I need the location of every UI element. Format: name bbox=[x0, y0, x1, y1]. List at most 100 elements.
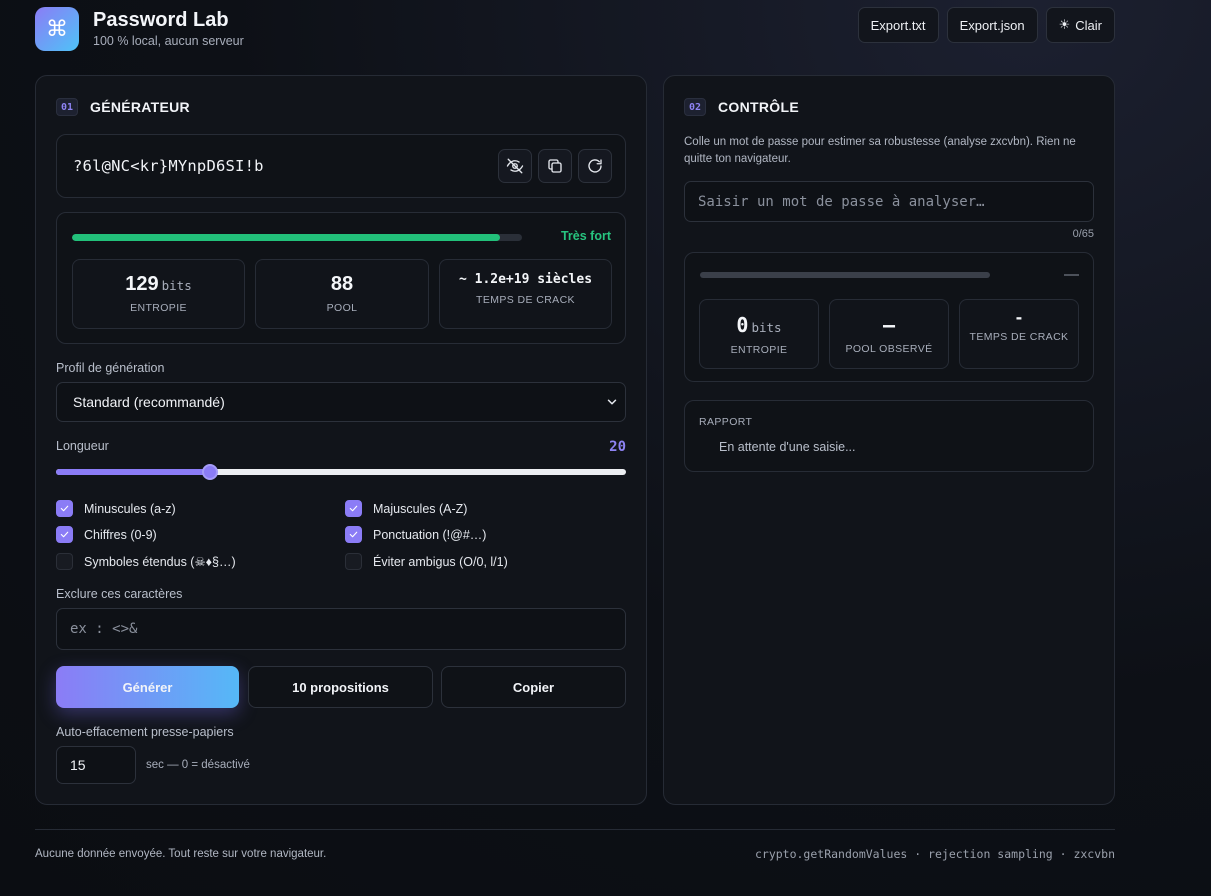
observed-crack-label: TEMPS DE CRACK bbox=[969, 331, 1069, 343]
length-value: 20 bbox=[609, 439, 626, 455]
checkbox[interactable] bbox=[345, 553, 362, 570]
eye-off-icon bbox=[506, 158, 524, 174]
entropy-stat: 129 bits ENTROPIE bbox=[72, 259, 245, 329]
control-title: CONTRÔLE bbox=[718, 99, 799, 115]
refresh-icon bbox=[588, 159, 602, 173]
generator-panel: 01 GÉNÉRATEUR ?6l@NC<kr}MYnpD6SI!b Très … bbox=[35, 75, 647, 805]
export-json-button[interactable]: Export.json bbox=[946, 7, 1038, 43]
option-label: Ponctuation (!@#…) bbox=[373, 527, 487, 542]
observed-pool-stat: – POOL OBSERVÉ bbox=[829, 299, 949, 369]
crack-time-value: ~ 1.2e+19 siècles bbox=[458, 272, 593, 287]
option-label: Majuscules (A-Z) bbox=[373, 501, 468, 516]
option-uppercase[interactable]: Majuscules (A-Z) bbox=[345, 500, 467, 517]
toggle-visibility-button[interactable] bbox=[498, 149, 532, 183]
report-box: RAPPORT En attente d'une saisie... bbox=[684, 400, 1094, 472]
ten-proposals-button[interactable]: 10 propositions bbox=[248, 666, 433, 708]
option-label: Symboles étendus (☠♦§…) bbox=[84, 555, 236, 569]
analysis-box: — 0 bits ENTROPIE – POOL OBSERVÉ - TEMPS … bbox=[684, 252, 1094, 382]
observed-crack-value: - bbox=[1014, 308, 1024, 327]
option-lowercase[interactable]: Minuscules (a-z) bbox=[56, 500, 176, 517]
option-extended-symbols[interactable]: Symboles étendus (☠♦§…) bbox=[56, 553, 236, 570]
profile-label: Profil de génération bbox=[56, 361, 165, 375]
observed-crack-stat: - TEMPS DE CRACK bbox=[959, 299, 1079, 369]
observed-entropy-unit: bits bbox=[751, 320, 782, 335]
checkbox[interactable] bbox=[56, 500, 73, 517]
regenerate-button[interactable] bbox=[578, 149, 612, 183]
option-avoid-ambiguous[interactable]: Éviter ambigus (O/0, l/1) bbox=[345, 553, 508, 570]
app-subtitle: 100 % local, aucun serveur bbox=[93, 34, 244, 48]
theme-toggle-label: Clair bbox=[1075, 17, 1102, 33]
slider-fill bbox=[56, 469, 210, 475]
analyze-password-input[interactable]: Saisir un mot de passe à analyser… bbox=[684, 181, 1094, 222]
entropy-value-row: 129 bits bbox=[73, 273, 244, 296]
check-icon bbox=[60, 505, 69, 512]
export-txt-button[interactable]: Export.txt bbox=[857, 7, 939, 43]
length-label: Longueur bbox=[56, 439, 109, 453]
exclude-placeholder: ex : <>& bbox=[70, 621, 138, 637]
checkbox[interactable] bbox=[345, 526, 362, 543]
checkbox[interactable] bbox=[56, 553, 73, 570]
theme-toggle-button[interactable]: ☀ Clair bbox=[1045, 7, 1115, 43]
control-panel: 02 CONTRÔLE Colle un mot de passe pour e… bbox=[663, 75, 1115, 805]
option-punctuation[interactable]: Ponctuation (!@#…) bbox=[345, 526, 486, 543]
clipboard-clear-value: 15 bbox=[70, 757, 86, 773]
strength-label: Très fort bbox=[560, 229, 611, 243]
copy-button[interactable]: Copier bbox=[441, 666, 626, 708]
option-label: Minuscules (a-z) bbox=[84, 501, 176, 516]
export-json-label: Export.json bbox=[959, 17, 1025, 33]
observed-entropy-value: 0 bbox=[736, 313, 749, 337]
strength-bar-fill bbox=[72, 234, 500, 241]
command-icon: ⌘ bbox=[35, 7, 79, 51]
checkbox[interactable] bbox=[345, 500, 362, 517]
generator-header: 01 GÉNÉRATEUR bbox=[56, 98, 190, 116]
check-icon bbox=[349, 531, 358, 538]
copy-icon bbox=[548, 159, 562, 173]
observed-pool-value: – bbox=[882, 313, 896, 337]
clipboard-clear-input[interactable]: 15 bbox=[56, 746, 136, 784]
strength-bar bbox=[72, 234, 522, 241]
step-badge: 01 bbox=[56, 98, 78, 116]
analysis-strength-bar bbox=[700, 272, 990, 278]
control-header: 02 CONTRÔLE bbox=[684, 98, 799, 116]
report-title: RAPPORT bbox=[699, 416, 753, 428]
generate-label: Générer bbox=[122, 679, 173, 695]
check-icon bbox=[60, 531, 69, 538]
generator-title: GÉNÉRATEUR bbox=[90, 99, 190, 115]
entropy-label: ENTROPIE bbox=[130, 302, 187, 314]
app-header: ⌘ Password Lab 100 % local, aucun serveu… bbox=[35, 7, 1115, 57]
control-description: Colle un mot de passe pour estimer sa ro… bbox=[684, 136, 1076, 165]
ten-proposals-label: 10 propositions bbox=[292, 679, 389, 695]
strength-box: Très fort 129 bits ENTROPIE 88 POOL ~ 1.2… bbox=[56, 212, 626, 344]
option-label: Chiffres (0-9) bbox=[84, 527, 157, 542]
observed-entropy-stat: 0 bits ENTROPIE bbox=[699, 299, 819, 369]
observed-entropy-row: 0 bits bbox=[700, 313, 818, 338]
generate-button[interactable]: Générer bbox=[56, 666, 239, 708]
length-slider[interactable] bbox=[56, 464, 626, 480]
chevron-down-icon bbox=[607, 399, 617, 405]
copy-label: Copier bbox=[512, 679, 555, 695]
entropy-value: 129 bbox=[125, 273, 159, 295]
checkbox[interactable] bbox=[56, 526, 73, 543]
footer-tech-note: crypto.getRandomValues · rejection sampl… bbox=[754, 847, 1115, 861]
observed-pool-label: POOL OBSERVÉ bbox=[845, 343, 933, 355]
clipboard-clear-label: Auto-effacement presse-papiers bbox=[56, 725, 234, 739]
analysis-strength-label: — bbox=[1064, 266, 1079, 283]
exclude-input[interactable]: ex : <>& bbox=[56, 608, 626, 650]
report-text: En attente d'une saisie... bbox=[719, 440, 856, 454]
option-label: Éviter ambigus (O/0, l/1) bbox=[373, 554, 508, 569]
export-txt-label: Export.txt bbox=[870, 17, 926, 33]
copy-password-button[interactable] bbox=[538, 149, 572, 183]
entropy-unit: bits bbox=[161, 278, 192, 293]
generated-password[interactable]: ?6l@NC<kr}MYnpD6SI!b bbox=[73, 157, 264, 175]
generated-password-box: ?6l@NC<kr}MYnpD6SI!b bbox=[56, 134, 626, 198]
profile-select[interactable]: Standard (recommandé) bbox=[56, 382, 626, 422]
check-icon bbox=[349, 505, 358, 512]
sun-icon: ☀ bbox=[1058, 17, 1071, 32]
pool-label: POOL bbox=[326, 302, 358, 314]
analyze-placeholder: Saisir un mot de passe à analyser… bbox=[698, 193, 985, 210]
slider-thumb[interactable] bbox=[201, 464, 218, 480]
app-title: Password Lab bbox=[93, 9, 229, 31]
crack-time-stat: ~ 1.2e+19 siècles TEMPS DE CRACK bbox=[439, 259, 612, 329]
option-digits[interactable]: Chiffres (0-9) bbox=[56, 526, 157, 543]
exclude-label: Exclure ces caractères bbox=[56, 587, 183, 601]
